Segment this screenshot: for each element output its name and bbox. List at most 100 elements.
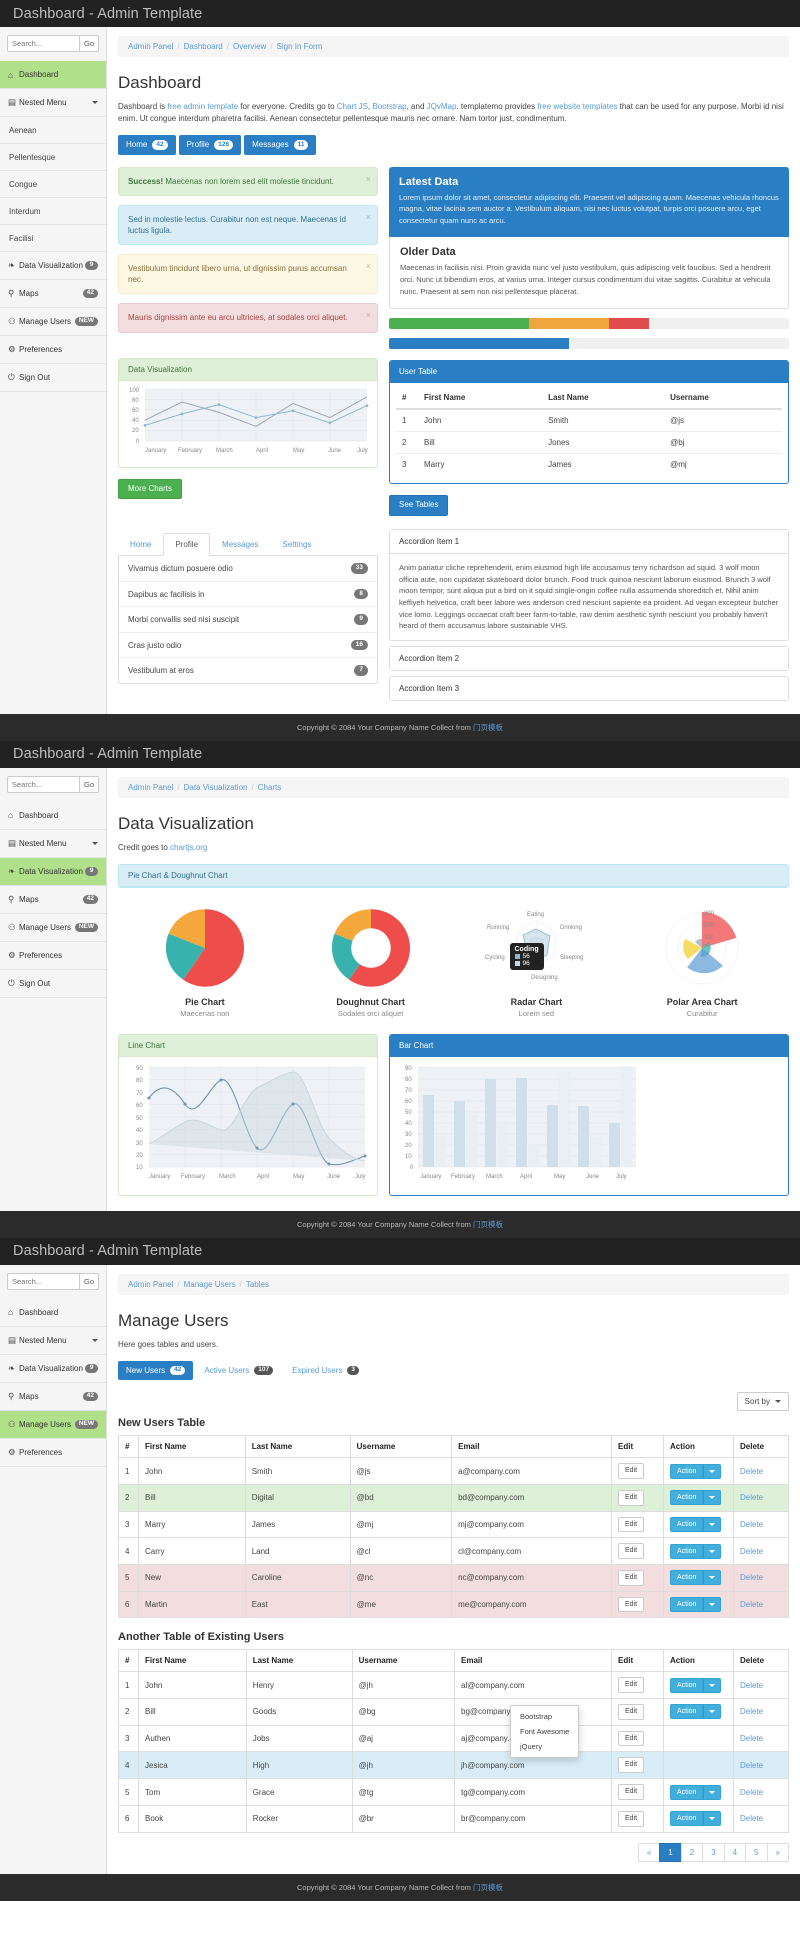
breadcrumb-item[interactable]: Manage Users <box>184 1280 236 1289</box>
action-toggle[interactable] <box>703 1490 721 1505</box>
sidebar-item-preferences[interactable]: ⚙ Preferences <box>0 942 106 969</box>
edit-button[interactable]: Edit <box>618 1490 644 1506</box>
sidebar-item-data-visualization[interactable]: ❧ Data Visualization 9 <box>0 252 106 279</box>
sort-by-button[interactable]: Sort by <box>737 1392 789 1411</box>
delete-link[interactable]: Delete <box>740 1734 763 1743</box>
action-toggle[interactable] <box>703 1785 721 1800</box>
accordion-header[interactable]: Accordion Item 2 <box>390 647 788 670</box>
pill-new-users[interactable]: New Users 42 <box>118 1361 193 1381</box>
search-go-button[interactable]: Go <box>79 35 99 52</box>
see-tables-button[interactable]: See Tables <box>389 495 448 516</box>
free-admin-template-link[interactable]: free admin template <box>167 102 238 111</box>
breadcrumb-item[interactable]: Admin Panel <box>128 42 173 51</box>
action-button[interactable]: Action <box>670 1785 703 1800</box>
list-item[interactable]: Cras justo odio 16 <box>119 633 377 659</box>
breadcrumb-item[interactable]: Sign In Form <box>277 42 323 51</box>
search-input[interactable] <box>7 1273 79 1290</box>
delete-link[interactable]: Delete <box>740 1547 763 1556</box>
sidebar-item-facilisi[interactable]: Facilisi <box>0 225 106 251</box>
chartjs-org-link[interactable]: chartjs.org <box>170 843 207 852</box>
sidebar-item-preferences[interactable]: ⚙ Preferences <box>0 336 106 363</box>
action-button[interactable]: Action <box>670 1678 703 1693</box>
tab-profile[interactable]: Profile <box>163 533 210 556</box>
action-toggle[interactable] <box>703 1570 721 1585</box>
page-prev[interactable]: « <box>638 1843 659 1862</box>
action-button[interactable]: Action <box>670 1517 703 1532</box>
edit-button[interactable]: Edit <box>618 1463 644 1479</box>
delete-link[interactable]: Delete <box>740 1707 763 1716</box>
search-go-button[interactable]: Go <box>79 776 99 793</box>
action-toggle[interactable] <box>703 1678 721 1693</box>
breadcrumb-item[interactable]: Data Visualization <box>184 783 248 792</box>
sidebar-item-maps[interactable]: ⚲ Maps 42 <box>0 280 106 307</box>
page-next[interactable]: » <box>767 1843 789 1862</box>
dropdown-item-jquery[interactable]: jQuery <box>511 1739 578 1754</box>
delete-link[interactable]: Delete <box>740 1788 763 1797</box>
tab-messages[interactable]: Messages <box>210 533 270 556</box>
sidebar-item-dashboard[interactable]: ⌂ Dashboard <box>0 61 106 88</box>
edit-button[interactable]: Edit <box>618 1677 644 1693</box>
action-button[interactable]: Action <box>670 1570 703 1585</box>
sidebar-item-data-visualization[interactable]: ❧ Data Visualization 9 <box>0 858 106 885</box>
search-input[interactable] <box>7 776 79 793</box>
sidebar-item-sign-out[interactable]: ⏻ Sign Out <box>0 364 106 391</box>
action-dropdown[interactable]: Action <box>670 1678 721 1693</box>
sidebar-item-manage-users[interactable]: ⚇ Manage Users NEW <box>0 1411 106 1438</box>
action-button[interactable]: Action <box>670 1490 703 1505</box>
breadcrumb-item[interactable]: Admin Panel <box>128 1280 173 1289</box>
page-3[interactable]: 3 <box>702 1843 723 1862</box>
action-dropdown[interactable]: Action <box>670 1597 721 1612</box>
action-dropdown[interactable]: Action <box>670 1544 721 1559</box>
breadcrumb-item[interactable]: Admin Panel <box>128 783 173 792</box>
pill-active-users[interactable]: Active Users 107 <box>196 1361 281 1381</box>
action-dropdown[interactable]: Action <box>670 1517 721 1532</box>
sidebar-item-preferences[interactable]: ⚙ Preferences <box>0 1439 106 1466</box>
list-item[interactable]: Morbi convallis sed nisi suscipit 9 <box>119 607 377 633</box>
list-item[interactable]: Dapibus ac facilisis in 8 <box>119 582 377 608</box>
sidebar-item-manage-users[interactable]: ⚇ Manage Users NEW <box>0 914 106 941</box>
breadcrumb-item[interactable]: Dashboard <box>184 42 223 51</box>
dropdown-item-font-awesome[interactable]: Font Awesome <box>511 1724 578 1739</box>
action-dropdown[interactable]: Action <box>670 1785 721 1800</box>
delete-link[interactable]: Delete <box>740 1761 763 1770</box>
sidebar-item-maps[interactable]: ⚲ Maps 42 <box>0 886 106 913</box>
jqvmap-link[interactable]: JQvMap <box>427 102 457 111</box>
sidebar-item-aenean[interactable]: Aenean <box>0 117 106 143</box>
breadcrumb-item[interactable]: Charts <box>258 783 282 792</box>
page-2[interactable]: 2 <box>681 1843 702 1862</box>
sidebar-item-nested-menu[interactable]: ▤ Nested Menu <box>0 1327 106 1354</box>
chartjs-link[interactable]: Chart JS <box>337 102 368 111</box>
edit-button[interactable]: Edit <box>618 1757 644 1773</box>
breadcrumb-item[interactable]: Tables <box>246 1280 269 1289</box>
footer-link[interactable]: 门页模板 <box>473 1220 503 1229</box>
delete-link[interactable]: Delete <box>740 1520 763 1529</box>
breadcrumb-item[interactable]: Overview <box>233 42 266 51</box>
edit-button[interactable]: Edit <box>618 1704 644 1720</box>
edit-button[interactable]: Edit <box>618 1731 644 1747</box>
search-input[interactable] <box>7 35 79 52</box>
action-button[interactable]: Action <box>670 1597 703 1612</box>
pill-expired-users[interactable]: Expired Users 3 <box>284 1361 367 1381</box>
sidebar-item-pellentesque[interactable]: Pellentesque <box>0 144 106 170</box>
edit-button[interactable]: Edit <box>618 1570 644 1586</box>
action-toggle[interactable] <box>703 1544 721 1559</box>
action-toggle[interactable] <box>703 1597 721 1612</box>
action-button[interactable]: Action <box>670 1464 703 1479</box>
more-charts-button[interactable]: More Charts <box>118 479 182 500</box>
action-button[interactable]: Action <box>670 1811 703 1826</box>
pill-messages[interactable]: Messages 11 <box>244 135 316 155</box>
dropdown-item-bootstrap[interactable]: Bootstrap <box>511 1709 578 1724</box>
list-item[interactable]: Vivamus dictum posuere odio 33 <box>119 556 377 582</box>
action-dropdown-menu[interactable]: Bootstrap Font Awesome jQuery <box>510 1705 579 1758</box>
action-dropdown[interactable]: Action <box>670 1490 721 1505</box>
action-toggle[interactable] <box>703 1517 721 1532</box>
sidebar-item-manage-users[interactable]: ⚇ Manage Users NEW <box>0 308 106 335</box>
action-button[interactable]: Action <box>670 1704 703 1719</box>
footer-link[interactable]: 门页模板 <box>473 1883 503 1892</box>
action-toggle[interactable] <box>703 1704 721 1719</box>
close-icon[interactable]: × <box>366 173 371 186</box>
action-button[interactable]: Action <box>670 1544 703 1559</box>
footer-link[interactable]: 门页模板 <box>473 723 503 732</box>
delete-link[interactable]: Delete <box>740 1681 763 1690</box>
accordion-header[interactable]: Accordion Item 3 <box>390 677 788 700</box>
